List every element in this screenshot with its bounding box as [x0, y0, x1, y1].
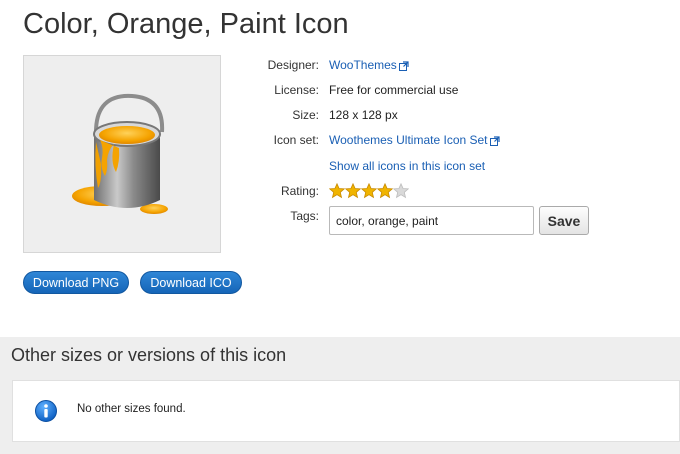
rating-row: Rating: — [240, 181, 660, 201]
rating-stars[interactable] — [329, 183, 409, 199]
tags-label: Tags: — [290, 209, 319, 223]
external-link-icon[interactable] — [489, 136, 500, 146]
other-sizes-section: Other sizes or versions of this icon No … — [0, 337, 680, 454]
no-sizes-message: No other sizes found. — [77, 403, 186, 415]
other-sizes-heading: Other sizes or versions of this icon — [11, 345, 287, 365]
size-value: 128 x 128 px — [329, 108, 398, 122]
iconset-label: Icon set: — [273, 133, 319, 147]
designer-link[interactable]: WooThemes — [329, 58, 397, 72]
star-icon[interactable] — [393, 183, 409, 199]
iconset-link[interactable]: Woothemes Ultimate Icon Set — [329, 133, 488, 147]
designer-row: Designer: WooThemes — [240, 55, 660, 75]
tags-input[interactable] — [329, 206, 534, 235]
save-button[interactable]: Save — [539, 206, 589, 235]
rating-label: Rating: — [280, 184, 319, 198]
download-png-button[interactable]: Download PNG — [23, 271, 129, 294]
tags-row: Tags: Save — [240, 206, 660, 236]
star-icon[interactable] — [361, 183, 377, 199]
license-label: License: — [274, 83, 319, 97]
show-all-row: Show all icons in this icon set — [240, 156, 660, 176]
designer-label: Designer: — [267, 58, 319, 72]
show-all-icons-link[interactable]: Show all icons in this icon set — [329, 159, 485, 173]
star-icon[interactable] — [329, 183, 345, 199]
no-sizes-notice: No other sizes found. — [12, 380, 680, 442]
size-label: Size: — [292, 108, 319, 122]
info-icon — [35, 400, 57, 422]
download-ico-button[interactable]: Download ICO — [140, 271, 242, 294]
size-row: Size: 128 x 128 px — [240, 105, 660, 125]
icon-preview — [23, 55, 221, 253]
license-row: License: Free for commercial use — [240, 80, 660, 100]
page-title: Color, Orange, Paint Icon — [23, 8, 349, 40]
star-icon[interactable] — [345, 183, 361, 199]
external-link-icon[interactable] — [398, 61, 409, 71]
license-value: Free for commercial use — [329, 83, 459, 97]
star-icon[interactable] — [377, 183, 393, 199]
iconset-row: Icon set: Woothemes Ultimate Icon Set — [240, 130, 660, 150]
paint-bucket-icon — [72, 93, 168, 214]
